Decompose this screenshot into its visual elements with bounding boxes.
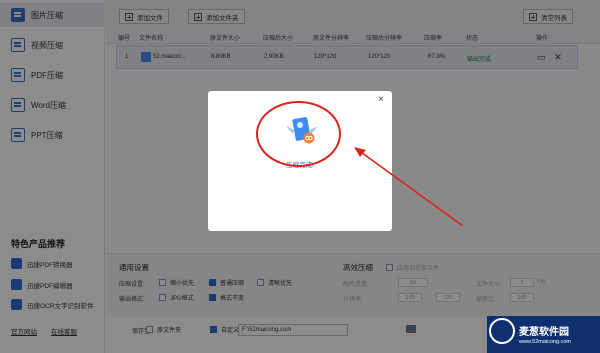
watermark: 麦葱软件园 www.52maicong.com — [487, 316, 600, 353]
annotation-arrow — [354, 147, 464, 227]
watermark-name: 麦葱软件园 — [519, 327, 569, 338]
watermark-url: www.52maicong.com — [519, 339, 571, 345]
watermark-logo-icon — [489, 318, 515, 344]
